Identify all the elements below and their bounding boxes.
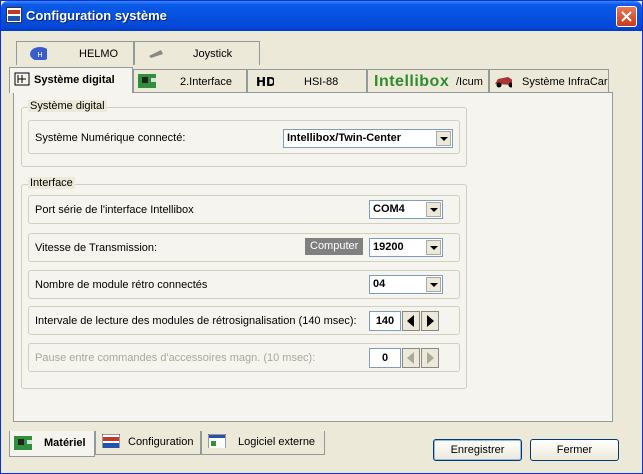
computer-button[interactable]: Computer	[305, 238, 364, 255]
window-icon	[208, 434, 226, 448]
joystick-icon	[149, 50, 163, 58]
group-title: Système digital	[28, 100, 107, 112]
app-icon	[6, 7, 22, 23]
helmo-logo-icon: H	[30, 47, 47, 60]
tab-label: /Icum	[456, 76, 483, 88]
row-digital-system: Système Numérique connecté: Intellibox/T…	[28, 120, 460, 154]
car-icon	[495, 77, 512, 88]
tab-label: Joystick	[193, 48, 233, 60]
row-nombre-modules: Nombre de module rétro connectés 04	[28, 270, 460, 299]
window-title: Configuration système	[26, 8, 167, 23]
tab-configuration[interactable]: Configuration	[95, 431, 201, 455]
svg-text:H: H	[37, 51, 42, 59]
select-value: COM4	[373, 203, 405, 215]
chevron-down-icon	[426, 277, 441, 292]
select-value: 04	[373, 278, 386, 290]
tab-label: Système digital	[34, 74, 115, 86]
hsi-icon: HD	[256, 75, 274, 88]
tab-helmo[interactable]: H HELMO	[16, 41, 134, 65]
row-vitesse: Vitesse de Transmission: Computer 19200	[28, 233, 460, 262]
chevron-down-icon	[426, 240, 441, 255]
wdp-icon	[102, 434, 120, 448]
tab-joystick[interactable]: Joystick	[134, 41, 260, 65]
chevron-down-icon	[426, 202, 441, 217]
increase-button[interactable]	[421, 311, 439, 331]
tab-label: 2.Interface	[180, 76, 232, 88]
row-pause-accessoires: Pause entre commandes d'accessoires magn…	[28, 343, 460, 372]
decrease-button[interactable]	[402, 348, 420, 368]
arrow-right-icon	[427, 352, 434, 364]
tab-2-interface[interactable]: 2.Interface	[133, 69, 247, 93]
tab-label: Configuration	[128, 436, 194, 448]
arrow-left-icon	[407, 352, 414, 364]
group-systeme-digital: Système digital Système Numérique connec…	[21, 100, 467, 167]
svg-text:HD: HD	[256, 75, 274, 88]
port-select[interactable]: COM4	[369, 200, 443, 219]
close-window-button[interactable]	[616, 6, 637, 27]
digital-system-select[interactable]: Intellibox/Twin-Center	[283, 129, 453, 148]
digital-system-icon	[14, 72, 30, 86]
increase-button[interactable]	[421, 348, 439, 368]
module-count-select[interactable]: 04	[369, 275, 443, 294]
config-window: Configuration système H HELMO Joystick S…	[0, 0, 643, 474]
field-label: Vitesse de Transmission:	[35, 242, 158, 254]
tab-systeme-infracar[interactable]: Système InfraCar	[489, 69, 609, 93]
title-bar: Configuration système	[1, 1, 642, 31]
field-label: Système Numérique connecté:	[35, 132, 186, 144]
decrease-button[interactable]	[402, 311, 420, 331]
circuit-board-icon	[138, 74, 156, 88]
intellibox-logo: Intellibox	[374, 73, 450, 90]
field-label: Nombre de module rétro connectés	[35, 279, 208, 291]
chevron-down-icon	[436, 131, 451, 146]
tab-systeme-digital[interactable]: Système digital	[9, 67, 133, 93]
group-title: Interface	[28, 177, 75, 189]
interval-value[interactable]: 140	[369, 311, 401, 331]
field-label: Pause entre commandes d'accessoires magn…	[35, 352, 316, 364]
baud-rate-select[interactable]: 19200	[369, 238, 443, 257]
select-value: 19200	[373, 241, 404, 253]
tab-hsi-88[interactable]: HD HSI-88	[247, 69, 367, 93]
tab-label: Matériel	[44, 437, 86, 449]
close-icon	[621, 11, 632, 22]
select-value: Intellibox/Twin-Center	[287, 132, 402, 144]
field-label: Intervale de lecture des modules de rétr…	[35, 315, 357, 327]
tab-label: Logiciel externe	[238, 436, 316, 448]
close-button[interactable]: Fermer	[530, 439, 619, 461]
save-button[interactable]: Enregistrer	[433, 439, 522, 461]
field-label: Port série de l'interface Intellibox	[35, 204, 194, 216]
pause-value[interactable]: 0	[369, 348, 401, 368]
tab-intellibox[interactable]: Intellibox /Icum	[367, 69, 489, 93]
arrow-left-icon	[407, 315, 414, 327]
arrow-right-icon	[427, 315, 434, 327]
row-port-serie: Port série de l'interface Intellibox COM…	[28, 195, 460, 224]
tab-label: HSI-88	[304, 76, 339, 88]
tab-label: HELMO	[79, 48, 119, 60]
row-intervale-lecture: Intervale de lecture des modules de rétr…	[28, 306, 460, 335]
group-interface: Interface Port série de l'interface Inte…	[21, 177, 467, 389]
tab-label: Système InfraCar	[522, 76, 608, 88]
tab-logiciel-externe[interactable]: Logiciel externe	[201, 431, 325, 455]
hardware-icon	[14, 436, 32, 450]
tab-materiel[interactable]: Matériel	[9, 431, 95, 457]
